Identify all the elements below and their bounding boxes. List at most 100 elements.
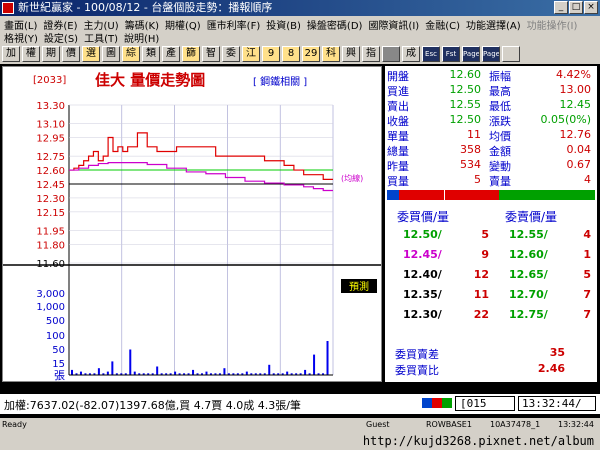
toolbar-button-18[interactable]: 指 bbox=[362, 46, 380, 62]
quote-label: 開盤 bbox=[387, 70, 409, 83]
toolbar-button-8[interactable]: 產 bbox=[162, 46, 180, 62]
quote-label: 總量 bbox=[387, 145, 409, 158]
menu-item-r2-3[interactable]: 說明(H) bbox=[122, 30, 161, 45]
x-tick-label: 13:00 bbox=[277, 380, 306, 381]
quote-value: 12.76 bbox=[559, 128, 592, 141]
toolbar-button-14[interactable]: 8 bbox=[282, 46, 300, 62]
quote-panel: 委買價/量 委賣價/量 開盤 12.60 買進 12.50 賣出 12.55 收盤 12.50… bbox=[385, 66, 597, 382]
x-tick-label: 12:00 bbox=[225, 380, 254, 381]
quote-label: 變動 bbox=[489, 160, 511, 173]
toolbar-button-6[interactable]: 綜 bbox=[122, 46, 140, 62]
stat-value: 2.46 bbox=[537, 362, 565, 375]
volume-bar bbox=[133, 371, 136, 375]
ask-price: 12.75/ bbox=[509, 308, 548, 321]
volume-bar bbox=[326, 341, 329, 375]
volume-bar bbox=[106, 371, 109, 375]
volume-bar bbox=[304, 369, 307, 375]
toolbar-button-13[interactable]: 9 bbox=[262, 46, 280, 62]
toolbar-button-22[interactable]: Fst bbox=[442, 46, 460, 62]
menu-item-r1-5[interactable]: 匯市利率(F) bbox=[205, 17, 263, 32]
bid-price: 12.45/ bbox=[403, 248, 442, 261]
menu-item-r2-2[interactable]: 工具(T) bbox=[82, 30, 120, 45]
toolbar-button-4[interactable]: 選 bbox=[82, 46, 100, 62]
menu-item-r1-7[interactable]: 操盤密碼(D) bbox=[305, 17, 365, 32]
quote-value: 12.50 bbox=[449, 113, 482, 126]
ask-qty: 7 bbox=[583, 308, 591, 321]
counter-box: [015 bbox=[455, 396, 515, 411]
status-server: ROWBASE1 bbox=[426, 420, 472, 429]
price-chart-panel: [2033] 佳大 量價走勢圖 [ 鋼鐵相關 ] 13.30 13.10 12.95… bbox=[2, 66, 382, 382]
toolbar: 加權期價選圖綜類產篩智委江 9 8 29 科興指成 Esc Fst Page Page bbox=[0, 44, 600, 64]
price-tick-label: 12.60 bbox=[36, 166, 65, 177]
main-area: [2033] 佳大 量價走勢圖 [ 鋼鐵相關 ] 13.30 13.10 12.95… bbox=[0, 64, 600, 420]
index-status-strip: 加權:7637.02(-82.07)1397.68億,買 4.7賈 4.0成 4… bbox=[0, 394, 600, 414]
toolbar-button-10[interactable]: 智 bbox=[202, 46, 220, 62]
volume-bar bbox=[79, 371, 82, 375]
status-user: Guest bbox=[366, 420, 390, 429]
quote-label: 漲跌 bbox=[489, 115, 511, 128]
menu-bar: 畫面(L) 證券(E) 主力(U) 籌碼(K) 期權(Q) 匯市利率(F) 投資(B) 操盤密… bbox=[0, 16, 600, 45]
toolbar-button-11[interactable]: 委 bbox=[222, 46, 240, 62]
menu-item-r1-6[interactable]: 投資(B) bbox=[264, 17, 303, 32]
toolbar-button-7[interactable]: 類 bbox=[142, 46, 160, 62]
toolbar-button-15[interactable]: 29 bbox=[302, 46, 320, 62]
volume-bar bbox=[286, 371, 289, 375]
toolbar-button-12[interactable]: 江 bbox=[242, 46, 260, 62]
ask-qty: 5 bbox=[583, 268, 591, 281]
toolbar-button-9[interactable]: 篩 bbox=[182, 46, 200, 62]
ask-price: 12.70/ bbox=[509, 288, 548, 301]
bid-price: 12.30/ bbox=[403, 308, 442, 321]
ask-qty: 4 bbox=[583, 228, 591, 241]
quote-label: 最高 bbox=[489, 85, 511, 98]
close-button[interactable]: × bbox=[584, 1, 598, 14]
price-tick-label: 13.30 bbox=[36, 101, 65, 112]
index-summary: 加權:7637.02(-82.07)1397.68億,買 4.7賈 4.0成 4… bbox=[4, 399, 301, 412]
price-tick-label: 11.95 bbox=[36, 226, 65, 237]
bid-qty: 9 bbox=[481, 248, 489, 261]
toolbar-button-0[interactable]: 加 bbox=[2, 46, 20, 62]
ask-qty: 1 bbox=[583, 248, 591, 261]
menu-item-r2-1[interactable]: 設定(S) bbox=[42, 30, 80, 45]
status-ready: Ready bbox=[2, 420, 27, 429]
toolbar-button-5[interactable]: 圖 bbox=[102, 46, 120, 62]
toolbar-button-1[interactable]: 權 bbox=[22, 46, 40, 62]
menu-item-r1-8[interactable]: 國際資訊(I) bbox=[366, 17, 421, 32]
volume-bar bbox=[245, 371, 248, 375]
clock-box: 13:32:44/ bbox=[518, 396, 596, 411]
bid-qty: 12 bbox=[473, 268, 489, 281]
quote-value: 0.04 bbox=[566, 143, 592, 156]
toolbar-button-20[interactable]: 成 bbox=[402, 46, 420, 62]
volume-bar bbox=[223, 368, 226, 375]
status-time: 13:32:44 bbox=[558, 420, 594, 429]
quote-label: 賣出 bbox=[387, 100, 409, 113]
price-tick-label: 11.80 bbox=[36, 240, 65, 251]
quote-label: 買量 bbox=[387, 175, 409, 188]
toolbar-button-25[interactable] bbox=[502, 46, 520, 62]
window-status-bar: Ready Guest ROWBASE1 10A37478_1 13:32:44 bbox=[0, 418, 600, 432]
toolbar-button-3[interactable]: 價 bbox=[62, 46, 80, 62]
bid-price: 12.35/ bbox=[403, 288, 442, 301]
bid-price: 12.40/ bbox=[403, 268, 442, 281]
toolbar-button-24[interactable]: Page bbox=[482, 46, 500, 62]
quote-value: 5 bbox=[474, 173, 481, 186]
volume-bar bbox=[268, 364, 271, 375]
volume-bar bbox=[97, 368, 100, 375]
quote-label: 振幅 bbox=[489, 70, 511, 83]
menu-item-r2-0[interactable]: 格視(Y) bbox=[2, 30, 40, 45]
toolbar-button-2[interactable]: 期 bbox=[42, 46, 60, 62]
quote-value: 11 bbox=[467, 128, 481, 141]
toolbar-button-17[interactable]: 興 bbox=[342, 46, 360, 62]
toolbar-button-16[interactable]: 科 bbox=[322, 46, 340, 62]
ask-price: 12.55/ bbox=[509, 228, 548, 241]
toolbar-button-19[interactable] bbox=[382, 46, 400, 62]
menu-item-r1-11[interactable]: 功能操作(I) bbox=[525, 17, 580, 32]
x-tick-label: 10:00 bbox=[121, 380, 150, 381]
quote-label: 昨量 bbox=[387, 160, 409, 173]
maximize-button[interactable]: □ bbox=[569, 1, 583, 14]
minimize-button[interactable]: _ bbox=[554, 1, 568, 14]
menu-item-r1-9[interactable]: 金融(C) bbox=[423, 17, 462, 32]
menu-item-r1-10[interactable]: 功能選擇(A) bbox=[464, 17, 523, 32]
toolbar-button-21[interactable]: Esc bbox=[422, 46, 440, 62]
toolbar-button-23[interactable]: Page bbox=[462, 46, 480, 62]
menu-item-r1-4[interactable]: 期權(Q) bbox=[163, 17, 203, 32]
